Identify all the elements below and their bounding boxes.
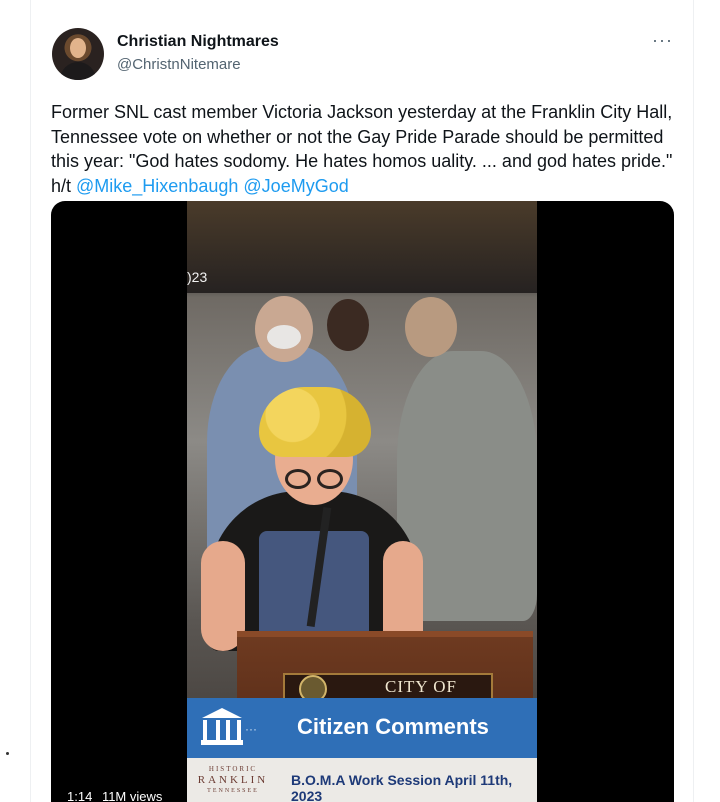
- glasses-icon: [285, 469, 345, 489]
- franklin-logo: HISTORIC RANKLIN TENNESSEE: [195, 764, 271, 797]
- video-timestamp: )23: [187, 269, 208, 285]
- stray-dot: [6, 752, 9, 755]
- profile-avatar[interactable]: [52, 28, 104, 80]
- logo-line: RANKLIN: [197, 774, 269, 786]
- podium-label: CITY OF: [385, 677, 458, 696]
- avatar-face: [70, 38, 86, 58]
- mention-link[interactable]: @JoeMyGod: [243, 176, 348, 196]
- logo-line: TENNESSEE: [207, 788, 259, 794]
- author-display-name[interactable]: Christian Nightmares: [117, 33, 279, 51]
- mention-link[interactable]: @Mike_Hixenbaugh: [76, 176, 238, 196]
- bystander-head: [405, 297, 457, 357]
- video-duration: 1:14: [67, 789, 93, 802]
- banner-title: Citizen Comments: [297, 714, 489, 739]
- video-stats: 1:14 11M views: [67, 789, 162, 802]
- lower-third: HISTORIC RANKLIN TENNESSEE B.O.M.A Work …: [187, 758, 537, 802]
- city-hall-icon: [199, 706, 245, 750]
- video-player[interactable]: )23 CITY OF ··· Citizen Comments HISTORI…: [51, 201, 674, 802]
- background-wall: [187, 201, 537, 293]
- bystander-beard: [267, 325, 301, 349]
- session-label: B.O.M.A Work Session April 11th, 2023: [291, 772, 513, 802]
- citizen-comments-banner: ··· Citizen Comments: [187, 698, 537, 758]
- bystander-head: [327, 299, 369, 351]
- banner-dots: ···: [245, 722, 257, 736]
- avatar-shoulders: [60, 62, 96, 80]
- more-options-icon[interactable]: ···: [652, 30, 673, 51]
- tweet-text: Former SNL cast member Victoria Jackson …: [51, 100, 676, 198]
- author-handle[interactable]: @ChristnNitemare: [117, 56, 241, 73]
- video-frame[interactable]: )23 CITY OF ··· Citizen Comments HISTORI…: [187, 201, 537, 802]
- video-views: 11M views: [101, 789, 163, 802]
- speaker-hair: [259, 387, 371, 457]
